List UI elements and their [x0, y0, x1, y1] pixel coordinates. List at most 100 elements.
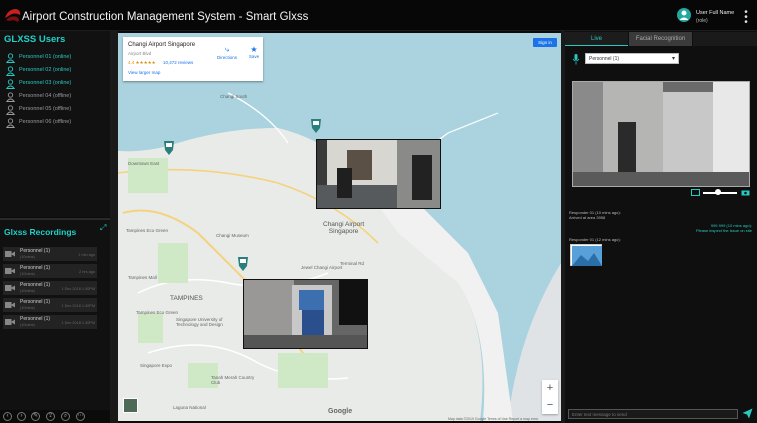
recording-name: Personnel (1) — [20, 282, 51, 288]
edit-icon[interactable]: ✎ — [31, 412, 40, 421]
map-label: Tampines Eco Green — [126, 228, 169, 233]
user-label: Personnel 03 (online) — [19, 80, 72, 86]
map-label: Terminal Rd — [340, 261, 365, 266]
user-icon — [679, 10, 689, 20]
more-icon[interactable]: ⋯ — [76, 412, 85, 421]
map-label: Singapore Expo — [140, 363, 173, 368]
recordings-panel: Glxss Recordings ⤢ Personnel (1) (10mins… — [0, 220, 110, 410]
recording-name: Personnel (1) — [20, 265, 51, 271]
recording-item[interactable]: Personnel (1) (10mins) 1 min ago — [3, 247, 97, 261]
person-icon — [6, 53, 15, 63]
person-icon — [6, 105, 15, 115]
directions-button[interactable]: ⤷ Directions — [215, 45, 239, 60]
chevron-down-icon: ▾ — [671, 56, 675, 62]
zoom-icon[interactable]: ⌕ — [61, 412, 70, 421]
personnel-select[interactable]: Personnel (1) ▾ — [585, 53, 679, 64]
message-input[interactable]: Enter text message to send — [568, 409, 738, 419]
video-camera-icon — [5, 302, 15, 308]
recording-duration: (10mins) — [20, 306, 35, 310]
user-list-item[interactable]: Personnel 04 (offline) — [6, 91, 106, 103]
video-frame — [573, 82, 749, 186]
map-label: Singapore University of Technology and D… — [176, 317, 223, 327]
user-list-item[interactable]: Personnel 03 (online) — [6, 78, 106, 90]
send-icon[interactable] — [742, 408, 753, 419]
expand-icon[interactable]: ⤢ — [100, 223, 106, 233]
recording-duration: (10mins) — [20, 289, 35, 293]
place-reviews-link[interactable]: 10,472 reviews — [163, 60, 193, 65]
user-list-item[interactable]: Personnel 02 (online) — [6, 65, 106, 77]
recording-duration: (10mins) — [20, 255, 35, 259]
user-label: Personnel 06 (offline) — [19, 119, 72, 125]
save-label: Save — [248, 54, 260, 59]
map-label: Changi Airport Singapore — [323, 221, 365, 235]
user-list-item[interactable]: Personnel 01 (online) — [6, 52, 106, 64]
next-icon[interactable]: › — [17, 412, 26, 421]
recording-name: Personnel (1) — [20, 316, 51, 322]
recording-item[interactable]: Personnel (1) (10mins) 1 Dec 2018 1:30PM — [3, 281, 97, 295]
live-video[interactable] — [572, 81, 750, 187]
directions-label: Directions — [216, 55, 237, 60]
recording-item[interactable]: Personnel (1) (10mins) 1 Dec 2018 1:30PM — [3, 298, 97, 312]
left-separator — [110, 31, 118, 423]
live-feed-thumbnail[interactable] — [243, 279, 368, 349]
tab-live[interactable]: Live — [565, 32, 628, 46]
avatar — [677, 8, 691, 22]
share-icon[interactable]: ⇪ — [46, 412, 55, 421]
camera-pin-icon[interactable] — [163, 140, 175, 156]
top-bar: Airport Construction Management System -… — [0, 0, 757, 31]
map-label: Tampines Eco Green — [136, 310, 179, 315]
more-menu-icon[interactable]: • • • — [743, 8, 749, 28]
map-attribution: Map data ©2019 Google Terms of Use Repor… — [448, 417, 539, 421]
tab-bar-fill — [693, 32, 757, 46]
map-label: Changi South — [220, 94, 248, 99]
camera-pin-icon[interactable] — [237, 256, 249, 272]
zoom-out-button[interactable]: − — [542, 397, 558, 414]
personnel-select-value: Personnel (1) — [589, 56, 620, 62]
map-view[interactable]: Changi Airport Singapore Airport Blvd 4.… — [118, 33, 561, 421]
recording-item[interactable]: Personnel (1) (10mins) 1 Dec 2018 1:30PM — [3, 315, 97, 329]
user-label: Personnel 05 (offline) — [19, 106, 72, 112]
recording-controls: ‹ › ✎ ⇪ ⌕ ⋯ — [0, 410, 110, 423]
recording-name: Personnel (1) — [20, 299, 51, 305]
chat-image-attachment[interactable] — [570, 244, 602, 266]
tab-facial-recognition[interactable]: Facial Recognition — [629, 32, 692, 46]
microphone-icon[interactable] — [572, 54, 580, 65]
sign-in-button[interactable]: Sign in — [533, 38, 557, 47]
user-list-item[interactable]: Personnel 06 (offline) — [6, 117, 106, 129]
recording-item[interactable]: Personnel (1) (10mins) 2 hrs ago — [3, 264, 97, 278]
user-list-item[interactable]: Personnel 05 (offline) — [6, 104, 106, 116]
image-icon — [572, 246, 602, 266]
chat-message-text: Please inspect the issue on site — [695, 228, 752, 233]
chat-message-sender: Responder 01 (12 mins ago): — [569, 237, 621, 242]
view-larger-map-link[interactable]: View larger map — [128, 70, 160, 75]
volume-slider-handle[interactable] — [715, 189, 721, 195]
place-info-card: Changi Airport Singapore Airport Blvd 4.… — [123, 37, 263, 81]
user-menu[interactable]: User Full Name (role) — [677, 8, 739, 26]
fullscreen-icon[interactable] — [691, 189, 700, 196]
video-camera-icon — [5, 285, 15, 291]
camera-snapshot — [244, 280, 367, 348]
star-icon: ★ — [250, 45, 258, 54]
user-label: Personnel 01 (online) — [19, 54, 72, 60]
live-feed-thumbnail[interactable] — [316, 139, 441, 209]
app-title: Airport Construction Management System -… — [22, 11, 309, 23]
previous-icon[interactable]: ‹ — [3, 412, 12, 421]
zoom-in-button[interactable]: + — [542, 380, 558, 397]
camera-pin-icon[interactable] — [310, 118, 322, 134]
recording-duration: (10mins) — [20, 272, 35, 276]
zoom-control: + − — [542, 380, 558, 414]
person-icon — [6, 79, 15, 89]
message-input-placeholder: Enter text message to send — [572, 412, 627, 417]
user-label: Personnel 04 (offline) — [19, 93, 72, 99]
user-label: Personnel 02 (online) — [19, 67, 72, 73]
camera-icon[interactable] — [741, 189, 750, 196]
map-label: Laguna National — [173, 405, 206, 410]
save-button[interactable]: ★ Save — [247, 45, 261, 59]
users-panel-title: GLXSS Users — [4, 34, 66, 45]
video-camera-icon — [5, 251, 15, 257]
map-label: Jewel Changi Airport — [301, 265, 343, 270]
user-role: (role) — [696, 18, 708, 24]
recording-time: 1 Dec 2018 1:30PM — [61, 321, 95, 325]
map-satellite-toggle[interactable] — [123, 398, 138, 413]
app-root: Airport Construction Management System -… — [0, 0, 757, 423]
